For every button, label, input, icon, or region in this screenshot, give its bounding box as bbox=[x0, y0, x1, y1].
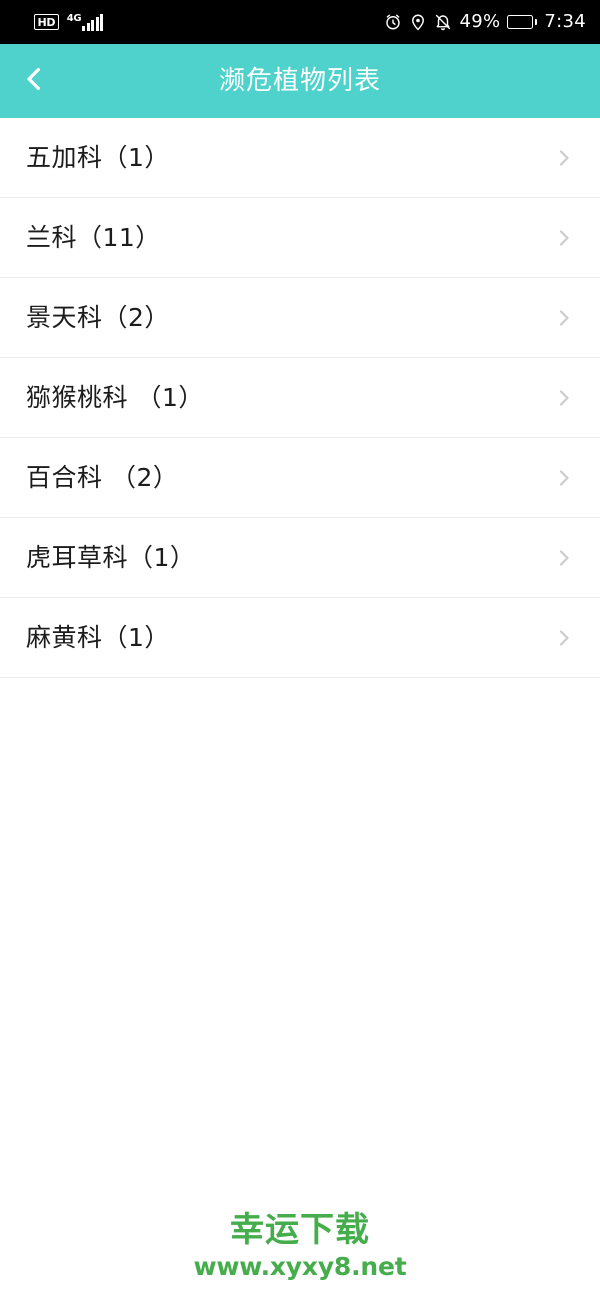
chevron-right-icon bbox=[552, 546, 576, 570]
signal-bars-icon bbox=[82, 13, 104, 31]
list-item-label: 兰科（11） bbox=[26, 223, 161, 252]
plant-family-list: 五加科（1） 兰科（11） 景天科（2） 猕猴桃科 （1） 百合科 （2） 虎耳… bbox=[0, 118, 600, 678]
watermark-url: www.xyxy8.net bbox=[193, 1252, 407, 1281]
chevron-right-icon bbox=[552, 386, 576, 410]
chevron-right-icon bbox=[552, 146, 576, 170]
list-item-label: 麻黄科（1） bbox=[26, 623, 170, 652]
list-item-label: 猕猴桃科 （1） bbox=[26, 383, 204, 412]
bell-muted-icon bbox=[434, 13, 452, 31]
location-pin-icon bbox=[409, 13, 427, 31]
list-item[interactable]: 兰科（11） bbox=[0, 198, 600, 278]
app-header: 濒危植物列表 bbox=[0, 44, 600, 118]
clock-label: 7:34 bbox=[544, 11, 586, 32]
list-item[interactable]: 百合科 （2） bbox=[0, 438, 600, 518]
chevron-right-icon bbox=[552, 226, 576, 250]
chevron-right-icon bbox=[552, 306, 576, 330]
battery-icon bbox=[507, 15, 538, 29]
watermark-title: 幸运下载 bbox=[230, 1209, 370, 1250]
alarm-clock-icon bbox=[384, 13, 402, 31]
list-item[interactable]: 猕猴桃科 （1） bbox=[0, 358, 600, 438]
chevron-left-icon bbox=[19, 64, 49, 98]
status-bar-left: HD 4G bbox=[34, 12, 104, 31]
network-indicator: 4G bbox=[66, 12, 104, 31]
battery-percent-label: 49% bbox=[459, 11, 501, 32]
list-item-label: 景天科（2） bbox=[26, 303, 170, 332]
chevron-right-icon bbox=[552, 466, 576, 490]
chevron-right-icon bbox=[552, 626, 576, 650]
watermark: 幸运下载 www.xyxy8.net bbox=[0, 1210, 600, 1282]
status-bar-right: 49% 7:34 bbox=[384, 13, 586, 31]
page-title: 濒危植物列表 bbox=[218, 66, 381, 96]
list-item-label: 五加科（1） bbox=[26, 143, 170, 172]
app-root: HD 4G 49% 7:34 濒危植物列表 五加科（1） 兰科（11） 景天科（… bbox=[0, 0, 600, 1300]
list-item[interactable]: 麻黄科（1） bbox=[0, 598, 600, 678]
back-button[interactable] bbox=[8, 55, 60, 107]
list-item[interactable]: 五加科（1） bbox=[0, 118, 600, 198]
status-bar: HD 4G 49% 7:34 bbox=[0, 0, 600, 44]
list-item-label: 百合科 （2） bbox=[26, 463, 179, 492]
list-item-label: 虎耳草科（1） bbox=[26, 543, 196, 572]
hd-badge: HD bbox=[34, 14, 59, 30]
list-item[interactable]: 虎耳草科（1） bbox=[0, 518, 600, 598]
network-type-label: 4G bbox=[66, 12, 82, 24]
list-item[interactable]: 景天科（2） bbox=[0, 278, 600, 358]
